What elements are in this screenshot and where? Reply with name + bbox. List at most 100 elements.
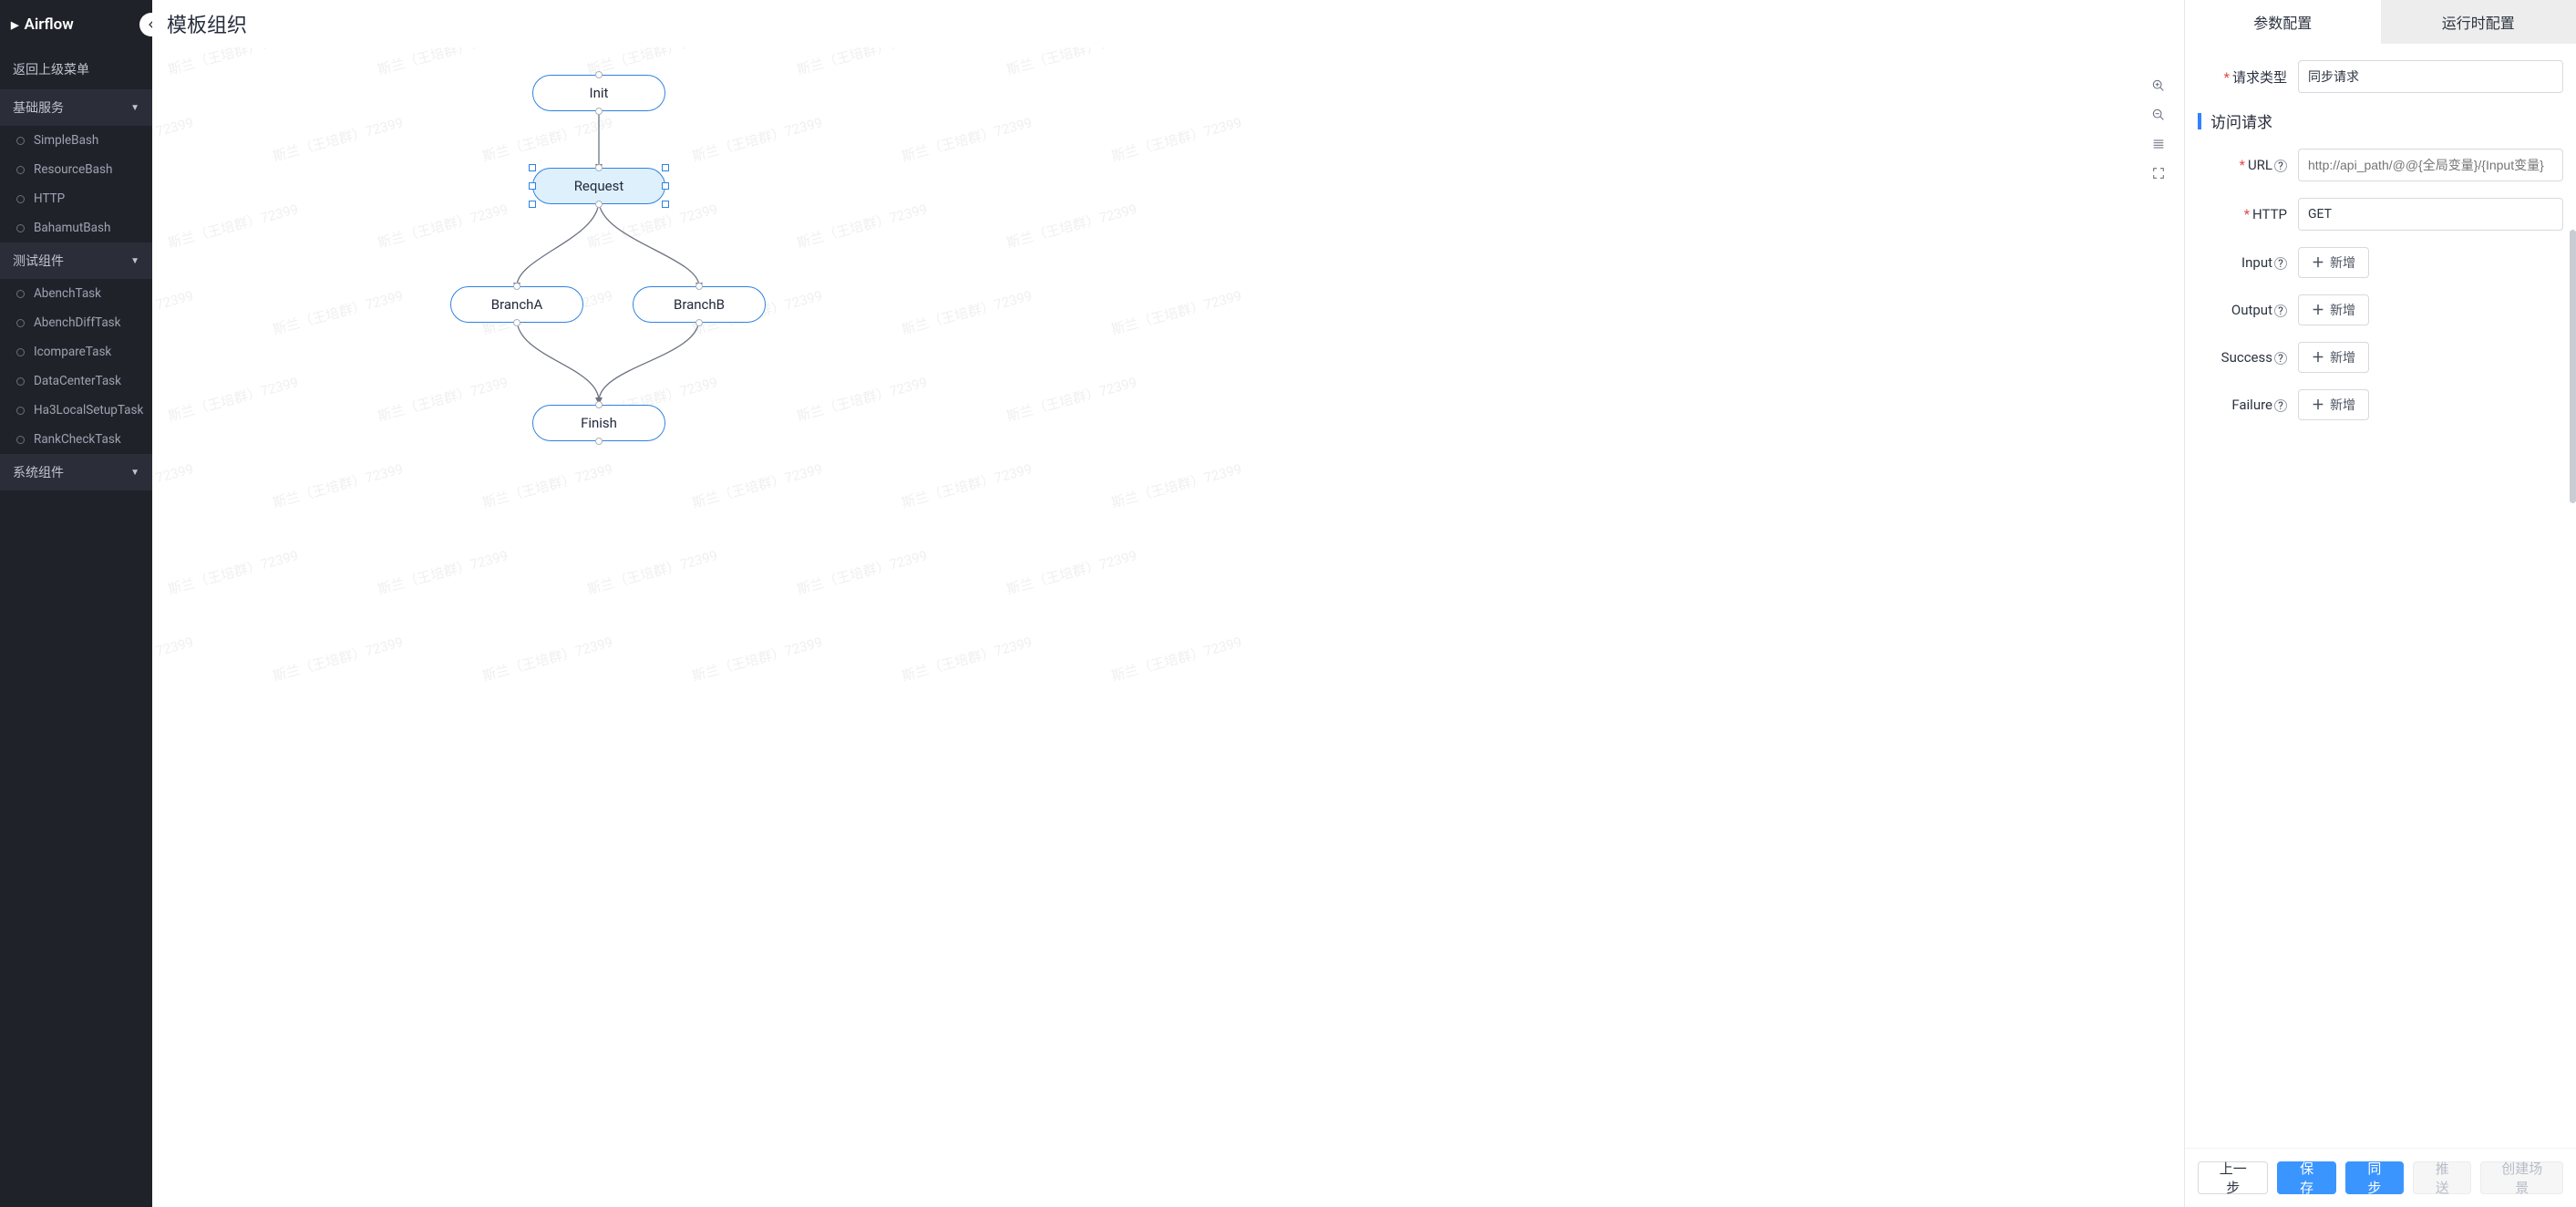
tab-params[interactable]: 参数配置 [2185, 0, 2381, 44]
bullet-icon [16, 166, 25, 174]
panel-tabs: 参数配置 运行时配置 [2185, 0, 2576, 44]
help-icon[interactable]: ? [2274, 304, 2287, 317]
sidebar-section-system[interactable]: 系统组件 ▼ [0, 454, 152, 490]
help-icon[interactable]: ? [2274, 352, 2287, 365]
resize-handle[interactable] [662, 164, 669, 171]
push-button[interactable]: 推送 [2413, 1161, 2471, 1194]
sidebar-section-basic[interactable]: 基础服务 ▼ [0, 89, 152, 126]
tab-runtime[interactable]: 运行时配置 [2381, 0, 2576, 44]
sidebar-item-datacentertask[interactable]: DataCenterTask [0, 366, 152, 396]
sidebar-item-icomparetask[interactable]: IcompareTask [0, 337, 152, 366]
right-panel: 参数配置 运行时配置 *请求类型 同步请求 访问请求 *URL? *HTTP G… [2184, 0, 2576, 1207]
bullet-icon [16, 224, 25, 232]
sidebar-item-bahamutbash[interactable]: BahamutBash [0, 213, 152, 242]
bullet-icon [16, 377, 25, 386]
port-top[interactable] [513, 283, 520, 290]
zoom-in-button[interactable] [2146, 75, 2171, 97]
plus-icon: ＋ [2312, 396, 2324, 414]
node-request[interactable]: Request [532, 168, 665, 204]
node-branchb[interactable]: BranchB [633, 286, 766, 323]
http-method-select[interactable]: GET [2298, 198, 2563, 231]
sidebar-title[interactable]: ▶ Airflow [0, 0, 152, 49]
flow-canvas[interactable]: 斯兰（王培群）72399斯兰（王培群）72399斯兰（王培群）72399斯兰（王… [152, 47, 2184, 1207]
sidebar-item-http[interactable]: HTTP [0, 184, 152, 213]
bullet-icon [16, 407, 25, 415]
sidebar-item-resourcebash[interactable]: ResourceBash [0, 155, 152, 184]
edge-layer [152, 47, 2184, 1207]
port-top[interactable] [595, 71, 603, 78]
output-label: Output? [2198, 302, 2298, 318]
port-bottom[interactable] [595, 201, 603, 208]
sidebar-section-test[interactable]: 测试组件 ▼ [0, 242, 152, 279]
input-label: Input? [2198, 254, 2298, 271]
port-bottom[interactable] [696, 319, 703, 326]
add-failure-button[interactable]: ＋新增 [2298, 389, 2369, 420]
plus-icon: ＋ [2312, 348, 2324, 366]
back-to-parent-menu[interactable]: 返回上级菜单 [0, 49, 152, 89]
fullscreen-button[interactable] [2146, 162, 2171, 184]
request-type-label: *请求类型 [2198, 67, 2298, 87]
port-top[interactable] [696, 283, 703, 290]
sync-button[interactable]: 同步 [2345, 1161, 2404, 1194]
sidebar-item-ha3localsetuptask[interactable]: Ha3LocalSetupTask [0, 396, 152, 425]
help-icon[interactable]: ? [2274, 399, 2287, 412]
save-button[interactable]: 保存 [2277, 1161, 2335, 1194]
add-output-button[interactable]: ＋新增 [2298, 294, 2369, 325]
resize-handle[interactable] [662, 182, 669, 190]
http-label: *HTTP [2198, 206, 2298, 222]
node-brancha[interactable]: BranchA [450, 286, 583, 323]
chevron-down-icon: ▼ [130, 468, 139, 478]
resize-handle[interactable] [529, 164, 536, 171]
fullscreen-icon [2151, 166, 2166, 181]
sidebar: ▶ Airflow 返回上级菜单 基础服务 ▼ SimpleBash Resou… [0, 0, 152, 1207]
plus-icon: ＋ [2312, 301, 2324, 319]
canvas-toolbox [2146, 75, 2171, 184]
url-input[interactable] [2298, 149, 2563, 181]
node-finish[interactable]: Finish [532, 405, 665, 441]
resize-handle[interactable] [529, 201, 536, 208]
visit-section-title: 访问请求 [2198, 109, 2563, 132]
app-title: Airflow [24, 15, 73, 34]
watermark-layer: 斯兰（王培群）72399斯兰（王培群）72399斯兰（王培群）72399斯兰（王… [152, 47, 2184, 1207]
section-label: 基础服务 [13, 98, 64, 117]
prev-button[interactable]: 上一步 [2198, 1161, 2268, 1194]
port-bottom[interactable] [513, 319, 520, 326]
sidebar-item-abenchdifftask[interactable]: AbenchDiffTask [0, 308, 152, 337]
port-bottom[interactable] [595, 438, 603, 445]
main-area: 模板组织 斯兰（王培群）72399斯兰（王培群）72399斯兰（王培群）7239… [152, 0, 2184, 1207]
caret-right-icon: ▶ [11, 19, 18, 31]
add-input-button[interactable]: ＋新增 [2298, 247, 2369, 278]
port-bottom[interactable] [595, 108, 603, 115]
bullet-icon [16, 319, 25, 327]
request-type-select[interactable]: 同步请求 [2298, 60, 2563, 93]
port-top[interactable] [595, 164, 603, 171]
url-label: *URL? [2198, 157, 2298, 173]
scrollbar[interactable] [2570, 230, 2576, 503]
zoom-out-icon [2151, 108, 2166, 122]
align-icon [2151, 137, 2166, 151]
sidebar-item-abenchtask[interactable]: AbenchTask [0, 279, 152, 308]
create-scene-button[interactable]: 创建场景 [2480, 1161, 2563, 1194]
panel-footer: 上一步 保存 同步 推送 创建场景 [2185, 1148, 2576, 1207]
chevron-down-icon: ▼ [130, 103, 139, 113]
resize-handle[interactable] [662, 201, 669, 208]
resize-handle[interactable] [529, 182, 536, 190]
sidebar-item-simplebash[interactable]: SimpleBash [0, 126, 152, 155]
panel-body: *请求类型 同步请求 访问请求 *URL? *HTTP GET Input? ＋… [2185, 44, 2576, 1148]
zoom-out-button[interactable] [2146, 104, 2171, 126]
plus-icon: ＋ [2312, 253, 2324, 272]
bullet-icon [16, 436, 25, 444]
page-title: 模板组织 [152, 0, 2184, 47]
help-icon[interactable]: ? [2274, 257, 2287, 270]
zoom-in-icon [2151, 78, 2166, 93]
sidebar-item-rankchecktask[interactable]: RankCheckTask [0, 425, 152, 454]
align-button[interactable] [2146, 133, 2171, 155]
node-init[interactable]: Init [532, 75, 665, 111]
add-success-button[interactable]: ＋新增 [2298, 342, 2369, 373]
success-label: Success? [2198, 349, 2298, 366]
section-label: 系统组件 [13, 463, 64, 481]
bullet-icon [16, 195, 25, 203]
bullet-icon [16, 290, 25, 298]
help-icon[interactable]: ? [2274, 160, 2287, 172]
port-top[interactable] [595, 401, 603, 408]
